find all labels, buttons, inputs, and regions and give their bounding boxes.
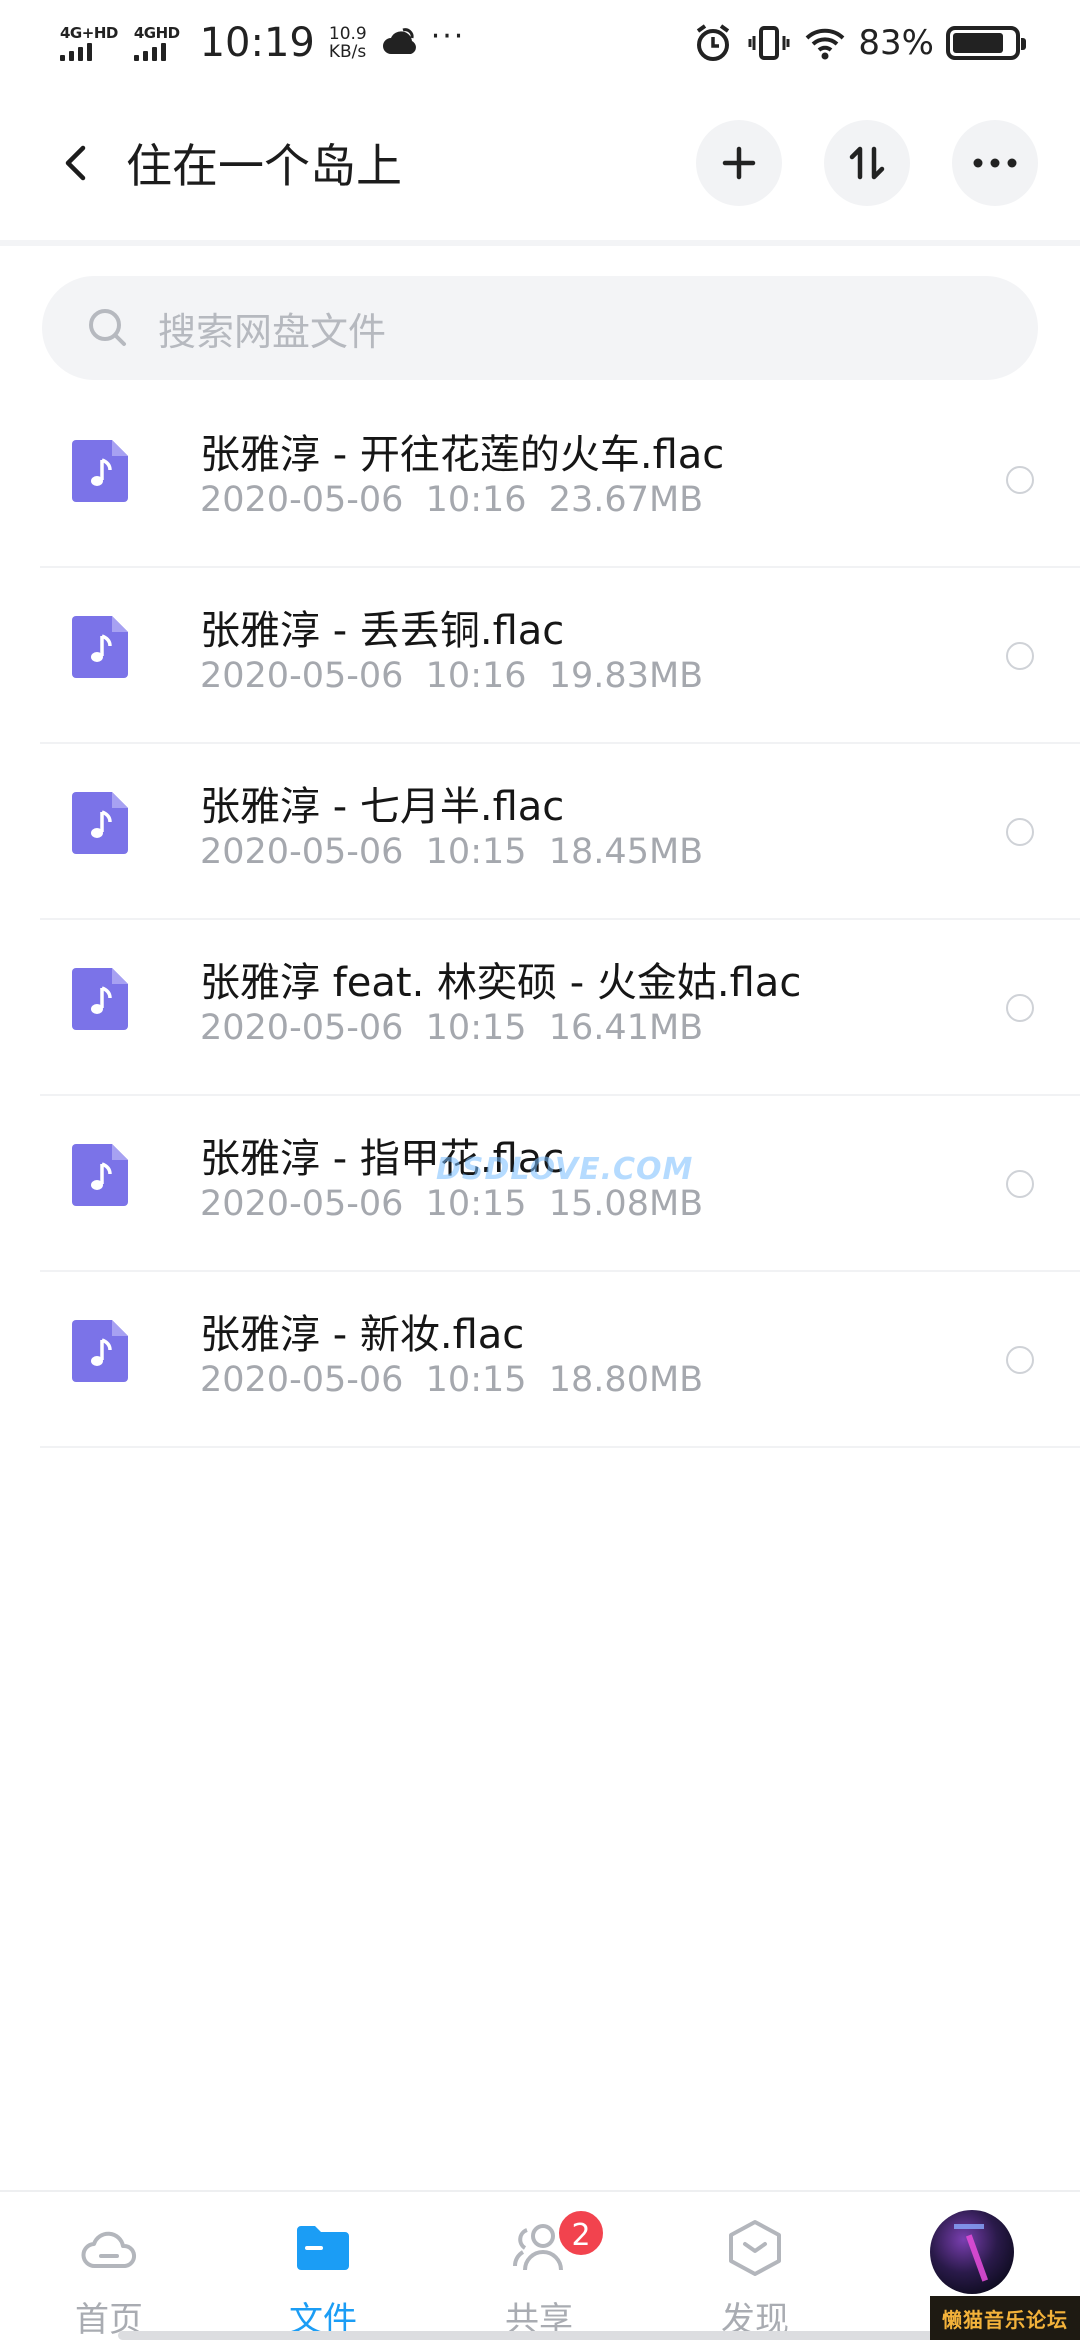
select-checkbox[interactable] xyxy=(1006,818,1034,846)
file-row[interactable]: 张雅淳 - 新妆.flac 2020-05-06 10:15 18.80MB xyxy=(40,1272,1080,1448)
share-badge: 2 xyxy=(556,2208,606,2258)
network-label-1: 4G+HD xyxy=(60,24,118,42)
alarm-icon xyxy=(697,24,730,61)
search-input[interactable]: 搜索网盘文件 xyxy=(158,301,386,356)
file-name: 张雅淳 - 七月半.flac xyxy=(200,784,565,830)
audio-file-icon xyxy=(72,1320,128,1382)
status-bar: 4G+HD 4GHD 10:19 10.9 KB/s ··· 83% xyxy=(0,0,1080,86)
select-checkbox[interactable] xyxy=(1006,994,1034,1022)
search-icon xyxy=(89,309,126,346)
file-row[interactable]: 张雅淳 - 开往花莲的火车.flac 2020-05-06 10:16 23.6… xyxy=(40,392,1080,568)
file-row[interactable]: 张雅淳 feat. 林奕硕 - 火金姑.flac 2020-05-06 10:1… xyxy=(40,920,1080,1096)
page-title: 住在一个岛上 xyxy=(126,139,402,193)
back-button[interactable] xyxy=(42,128,112,198)
audio-file-icon xyxy=(72,968,128,1030)
add-button[interactable] xyxy=(696,120,782,206)
discover-cube-icon xyxy=(729,2220,781,2276)
file-name: 张雅淳 - 新妆.flac xyxy=(200,1312,525,1358)
more-notifications-icon: ··· xyxy=(430,19,466,54)
watermark-text: DSDLOVE.COM xyxy=(436,1152,694,1187)
screen: 4G+HD 4GHD 10:19 10.9 KB/s ··· 83% 住在一个岛… xyxy=(0,0,1080,2340)
file-name: 张雅淳 feat. 林奕硕 - 火金姑.flac xyxy=(200,960,802,1006)
file-row[interactable]: 张雅淳 - 七月半.flac 2020-05-06 10:15 18.45MB xyxy=(40,744,1080,920)
file-meta: 2020-05-06 10:15 15.08MB xyxy=(200,1184,704,1224)
nav-home[interactable]: 首页 xyxy=(34,2192,184,2340)
plus-icon xyxy=(722,146,756,180)
cloud-home-icon xyxy=(81,2231,136,2268)
network-label-2: 4GHD xyxy=(133,24,180,42)
sort-icon xyxy=(849,146,885,180)
wifi-icon xyxy=(806,28,845,60)
more-options-button[interactable] xyxy=(952,120,1038,206)
back-arrow-icon xyxy=(65,145,86,181)
select-checkbox[interactable] xyxy=(1006,1346,1034,1374)
home-indicator[interactable] xyxy=(118,2331,962,2340)
file-name: 张雅淳 - 开往花莲的火车.flac xyxy=(200,432,725,478)
select-checkbox[interactable] xyxy=(1006,466,1034,494)
vibrate-icon xyxy=(748,26,790,60)
forum-watermark-badge: 懒猫音乐论坛 xyxy=(930,2296,1080,2340)
select-checkbox[interactable] xyxy=(1006,642,1034,670)
clock: 10:19 xyxy=(199,20,315,66)
bottom-navigation: 首页 文件 2 共享 发现 xyxy=(0,2190,1080,2340)
file-meta: 2020-05-06 10:15 16.41MB xyxy=(200,1008,704,1048)
weather-cloud-icon xyxy=(382,28,416,54)
more-dots-icon xyxy=(973,158,1017,168)
file-meta: 2020-05-06 10:16 19.83MB xyxy=(200,656,704,696)
user-avatar[interactable] xyxy=(930,2210,1014,2294)
battery-percent: 83% xyxy=(858,23,934,63)
folder-icon xyxy=(297,2226,349,2270)
battery-icon xyxy=(946,26,1026,60)
audio-file-icon xyxy=(72,1144,128,1206)
top-app-bar: 住在一个岛上 xyxy=(0,86,1080,246)
file-row[interactable]: 张雅淳 - 丢丢铜.flac 2020-05-06 10:16 19.83MB xyxy=(40,568,1080,744)
audio-file-icon xyxy=(72,792,128,854)
signal-icon: 4G+HD xyxy=(60,25,118,61)
audio-file-icon xyxy=(72,616,128,678)
network-speed: 10.9 KB/s xyxy=(329,25,367,61)
signal-icon-2: 4GHD xyxy=(133,24,180,61)
speed-value: 10.9 xyxy=(328,24,367,44)
audio-file-icon xyxy=(72,440,128,502)
nav-files[interactable]: 文件 xyxy=(248,2192,398,2340)
sort-button[interactable] xyxy=(824,120,910,206)
file-meta: 2020-05-06 10:15 18.80MB xyxy=(200,1360,704,1400)
file-meta: 2020-05-06 10:15 18.45MB xyxy=(200,832,704,872)
nav-share[interactable]: 2 共享 xyxy=(464,2192,614,2340)
file-meta: 2020-05-06 10:16 23.67MB xyxy=(200,480,704,520)
speed-unit: KB/s xyxy=(328,42,367,62)
file-list: 张雅淳 - 开往花莲的火车.flac 2020-05-06 10:16 23.6… xyxy=(0,392,1080,1448)
select-checkbox[interactable] xyxy=(1006,1170,1034,1198)
search-bar[interactable]: 搜索网盘文件 xyxy=(42,276,1038,380)
nav-discover[interactable]: 发现 xyxy=(680,2192,830,2340)
file-name: 张雅淳 - 丢丢铜.flac xyxy=(200,608,565,654)
